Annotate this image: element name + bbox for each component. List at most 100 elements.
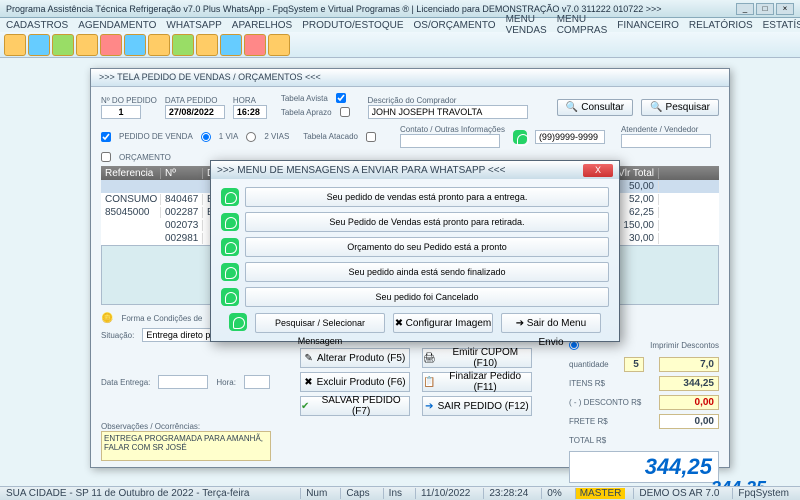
status-pct: 0% [541, 488, 566, 499]
main-toolbar [0, 32, 800, 58]
contato-label: Contato / Outras Informações [400, 125, 505, 134]
orcamento-check[interactable] [101, 152, 111, 162]
desconto-value: 0,00 [659, 395, 719, 410]
main-menu: CADASTROS AGENDAMENTO WHATSAPP APARELHOS… [0, 18, 800, 32]
status-num: Num [300, 488, 332, 499]
data-entrega-input[interactable] [158, 375, 208, 389]
wa-config-button[interactable]: ✖ Configurar Imagem [393, 313, 493, 333]
close-button[interactable]: × [776, 3, 794, 15]
via1-radio[interactable] [201, 132, 211, 142]
salvar-button[interactable]: ✔SALVAR PEDIDO (F7) [300, 396, 410, 416]
tabela-aprazo-check[interactable] [340, 107, 350, 117]
toolbar-icon[interactable] [100, 34, 122, 56]
menu-item[interactable]: ESTATÍSTICA [763, 20, 800, 31]
toolbar-icon[interactable] [52, 34, 74, 56]
tabela-avista-check[interactable] [336, 93, 346, 103]
toolbar-icon[interactable] [124, 34, 146, 56]
alterar-button[interactable]: ✎Alterar Produto (F5) [300, 348, 410, 368]
tabela-aprazo-label: Tabela Aprazo [281, 108, 332, 117]
wa-sair-button[interactable]: ➔ Sair do Menu Envio [501, 313, 601, 333]
obs-text[interactable]: ENTREGA PROGRAMADA PARA AMANHÃ, FALAR CO… [101, 431, 271, 461]
minimize-button[interactable]: _ [736, 3, 754, 15]
wa-msg-button[interactable]: Seu Pedido de Vendas está pronto para re… [245, 212, 609, 232]
app-title: Programa Assistência Técnica Refrigeraçã… [6, 4, 662, 14]
situacao-label: Situação: [101, 331, 134, 340]
wa-msg-button[interactable]: Seu pedido ainda está sendo finalizado [245, 262, 609, 282]
menu-item[interactable]: PRODUTO/ESTOQUE [302, 20, 403, 31]
totals-panel: Imprimir Descontos quantidade57,0 ITENS … [569, 337, 719, 483]
cupom-button[interactable]: 🖨Emitir CUPOM (F10) [422, 348, 532, 368]
orc-label: ORÇAMENTO [119, 153, 171, 162]
wa-msg-button[interactable]: Seu pedido de vendas está pronto para a … [245, 187, 609, 207]
whatsapp-icon [229, 313, 247, 331]
toolbar-icon[interactable] [172, 34, 194, 56]
forma-label: Forma e Condições de [121, 314, 202, 323]
comprador-input[interactable] [368, 105, 528, 119]
wa-msg-button[interactable]: Seu pedido foi Cancelado [245, 287, 609, 307]
menu-item[interactable]: AGENDAMENTO [78, 20, 156, 31]
menu-item[interactable]: OS/ORÇAMENTO [414, 20, 496, 31]
itens-value: 344,25 [659, 376, 719, 391]
toolbar-icon[interactable] [148, 34, 170, 56]
data-input[interactable] [165, 105, 225, 119]
status-caps: Caps [340, 488, 374, 499]
menu-item[interactable]: FINANCEIRO [617, 20, 679, 31]
edit-icon: ✎ [305, 353, 313, 364]
whatsapp-icon [221, 288, 239, 306]
wa-pesquisar-button[interactable]: Pesquisar / Selecionar Mensagem [255, 313, 385, 333]
toolbar-icon[interactable] [28, 34, 50, 56]
whatsapp-icon [221, 213, 239, 231]
toolbar-icon[interactable] [76, 34, 98, 56]
wa-title: >>> MENU DE MENSAGENS A ENVIAR PARA WHAT… [217, 165, 505, 176]
delete-icon: ✖ [304, 377, 312, 388]
maximize-button[interactable]: □ [756, 3, 774, 15]
menu-item[interactable]: RELATÓRIOS [689, 20, 753, 31]
check-icon: ✔ [301, 401, 309, 412]
toolbar-icon[interactable] [244, 34, 266, 56]
menu-item[interactable]: MENU VENDAS [506, 14, 547, 36]
sair-button[interactable]: ➔SAIR PEDIDO (F12) [422, 396, 532, 416]
finalizar-button[interactable]: 📋Finalizar Pedido (F11) [422, 372, 532, 392]
pesquisar-button[interactable]: 🔍Pesquisar [641, 99, 719, 116]
finish-icon: 📋 [423, 377, 435, 388]
status-date: 11/10/2022 [415, 488, 475, 499]
fone-input[interactable] [535, 130, 605, 144]
via2-radio[interactable] [246, 132, 256, 142]
pedido-title: >>> TELA PEDIDO DE VENDAS / ORÇAMENTOS <… [91, 69, 729, 87]
hora-input[interactable] [233, 105, 267, 119]
toolbar-icon[interactable] [220, 34, 242, 56]
status-brand: FpqSystem [732, 488, 794, 499]
whatsapp-modal: >>> MENU DE MENSAGENS A ENVIAR PARA WHAT… [210, 160, 620, 342]
excluir-button[interactable]: ✖Excluir Produto (F6) [300, 372, 410, 392]
menu-item[interactable]: WHATSAPP [166, 20, 221, 31]
toolbar-icon[interactable] [268, 34, 290, 56]
gear-icon: ✖ [395, 318, 403, 329]
toolbar-icon[interactable] [4, 34, 26, 56]
hora-entrega-input[interactable] [244, 375, 270, 389]
status-demo: DEMO OS AR 7.0 [633, 488, 724, 499]
status-master: MASTER [575, 488, 626, 499]
search-icon: 🔍 [650, 102, 662, 113]
tabela-atacado-label: Tabela Atacado [303, 132, 358, 141]
hora-label: HORA [233, 96, 267, 105]
atendente-input[interactable] [621, 134, 711, 148]
atendente-label: Atendente / Vendedor [621, 125, 711, 134]
consultar-button[interactable]: 🔍Consultar [557, 99, 633, 116]
frete-value: 0,00 [659, 414, 719, 429]
coin-icon: 🪙 [101, 313, 113, 324]
contato-input[interactable] [400, 134, 500, 148]
num-pedido-input[interactable] [101, 105, 141, 119]
pedido-venda-check[interactable] [101, 132, 111, 142]
app-titlebar: Programa Assistência Técnica Refrigeraçã… [0, 0, 800, 18]
toolbar-icon[interactable] [196, 34, 218, 56]
menu-item[interactable]: MENU COMPRAS [557, 14, 608, 36]
menu-item[interactable]: APARELHOS [232, 20, 292, 31]
modal-close-button[interactable]: X [583, 164, 613, 177]
search-icon: 🔍 [566, 102, 578, 113]
tabela-atacado-check[interactable] [366, 132, 376, 142]
whatsapp-icon [221, 263, 239, 281]
menu-item[interactable]: CADASTROS [6, 20, 68, 31]
wa-msg-button[interactable]: Orçamento do seu Pedido está a pronto [245, 237, 609, 257]
exit-icon: ➔ [516, 318, 524, 329]
whatsapp-icon[interactable] [513, 130, 527, 144]
